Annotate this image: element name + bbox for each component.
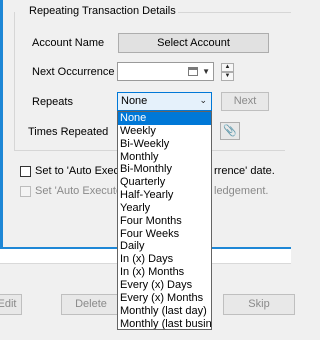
dropdown-option[interactable]: Bi-Weekly	[118, 138, 211, 151]
skip-button[interactable]: Skip	[223, 294, 295, 315]
spin-down-button[interactable]: ▼	[221, 72, 234, 81]
repeats-label: Repeats	[32, 96, 73, 108]
dropdown-option[interactable]: In (x) Months	[118, 266, 211, 279]
dropdown-option[interactable]: Quarterly	[118, 176, 211, 189]
chevron-down-icon[interactable]: ▼	[202, 67, 210, 76]
dropdown-option[interactable]: Yearly	[118, 202, 211, 215]
auto-execute-label-tail: rrence' date.	[214, 165, 275, 177]
dropdown-option[interactable]: Four Months	[118, 215, 211, 228]
auto-execute-ack-label-tail: ledgement.	[214, 185, 269, 197]
spin-up-button[interactable]: ▲	[221, 63, 234, 72]
repeats-select[interactable]: None ⌄	[117, 92, 212, 111]
dropdown-option[interactable]: Every (x) Days	[118, 279, 211, 292]
dropdown-option[interactable]: Monthly (last business day)	[118, 318, 211, 330]
repeating-transaction-dialog: Repeating Transaction Details Account Na…	[0, 0, 295, 340]
next-occurrence-label: Next Occurrence	[32, 66, 115, 78]
auto-execute-checkbox[interactable]	[20, 166, 31, 177]
repeats-selected-value: None	[121, 95, 148, 107]
dropdown-option[interactable]: Monthly (last day)	[118, 305, 211, 318]
dropdown-option[interactable]: Half-Yearly	[118, 189, 211, 202]
select-account-button[interactable]: Select Account	[118, 33, 269, 53]
repeats-dropdown-list[interactable]: None Weekly Bi-Weekly Monthly Bi-Monthly…	[117, 111, 212, 330]
auto-execute-ack-label: Set 'Auto Execute	[35, 185, 123, 197]
dropdown-option[interactable]: Weekly	[118, 125, 211, 138]
window-border-left	[0, 0, 3, 250]
dropdown-option[interactable]: In (x) Days	[118, 253, 211, 266]
group-title: Repeating Transaction Details	[27, 5, 178, 17]
paperclip-icon: 📎	[223, 125, 237, 137]
dropdown-option[interactable]: Monthly	[118, 151, 211, 164]
group-border-top	[166, 12, 291, 13]
attachment-button[interactable]: 📎	[220, 122, 240, 140]
next-button[interactable]: Next	[221, 92, 269, 111]
dropdown-option[interactable]: Daily	[118, 240, 211, 253]
dropdown-option[interactable]: None	[118, 112, 211, 125]
next-occurrence-date-picker[interactable]: ▼	[117, 62, 214, 81]
dropdown-option[interactable]: Every (x) Months	[118, 292, 211, 305]
auto-execute-ack-checkbox[interactable]	[20, 186, 31, 197]
delete-button[interactable]: Delete	[61, 294, 121, 315]
auto-execute-label: Set to 'Auto Execu	[35, 165, 126, 177]
chevron-down-icon[interactable]: ⌄	[199, 95, 207, 106]
edit-button[interactable]: Edit	[0, 294, 22, 315]
calendar-icon[interactable]	[188, 67, 198, 76]
dropdown-option[interactable]: Four Weeks	[118, 228, 211, 241]
times-repeated-label: Times Repeated	[28, 126, 109, 138]
account-name-label: Account Name	[32, 37, 105, 49]
dropdown-option[interactable]: Bi-Monthly	[118, 163, 211, 176]
